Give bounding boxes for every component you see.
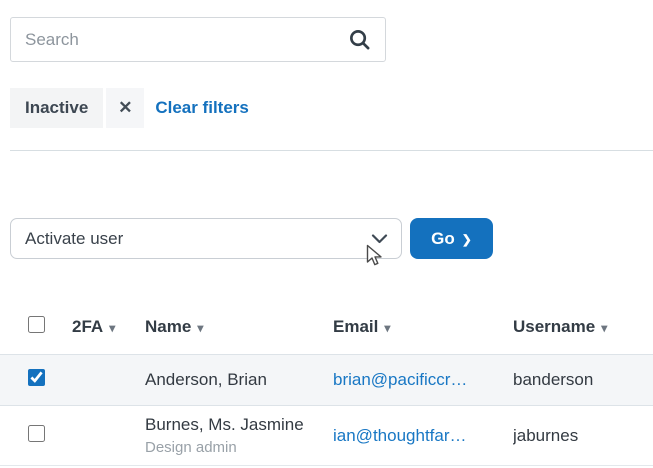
remove-filter-button[interactable]: ✕ xyxy=(106,88,145,128)
table-row: Burnes, Ms. Jasmine Design admin ian@tho… xyxy=(0,406,653,466)
go-button-label: Go xyxy=(431,228,455,248)
user-role-subtitle: Design admin xyxy=(145,439,237,456)
section-divider xyxy=(10,150,653,151)
column-header-label: 2FA xyxy=(72,317,104,336)
cell-username: jaburnes xyxy=(513,425,579,445)
select-all-cell xyxy=(0,316,72,338)
column-header-2fa[interactable]: 2FA ▾ xyxy=(72,317,145,337)
column-header-email[interactable]: Email ▾ xyxy=(333,317,513,337)
sort-arrow-icon: ▾ xyxy=(384,321,391,335)
column-header-label: Email xyxy=(333,317,379,336)
column-header-username[interactable]: Username ▾ xyxy=(513,317,653,337)
sort-arrow-icon: ▾ xyxy=(197,321,204,335)
row-select-cell xyxy=(0,369,72,391)
row-checkbox[interactable] xyxy=(28,424,45,442)
table-header-row: 2FA ▾ Name ▾ Email ▾ Username ▾ xyxy=(0,300,653,355)
search-box xyxy=(10,17,386,62)
search-input[interactable] xyxy=(11,18,348,61)
cell-username: banderson xyxy=(513,370,594,389)
column-header-label: Username xyxy=(513,317,596,336)
go-button[interactable]: Go ❯ xyxy=(410,218,493,259)
sort-arrow-icon: ▾ xyxy=(601,321,608,335)
user-name: Burnes, Ms. Jasmine xyxy=(145,415,304,434)
cell-email: brian@pacificcr… xyxy=(333,370,513,390)
cell-name: Burnes, Ms. Jasmine Design admin xyxy=(145,415,333,456)
action-select-wrap: Activate user xyxy=(10,218,402,259)
cell-email: ian@thoughtfar… xyxy=(333,426,513,446)
action-select[interactable]: Activate user xyxy=(11,219,401,258)
user-list-page: Inactive ✕ Clear filters Activate user G… xyxy=(0,0,653,468)
select-all-checkbox[interactable] xyxy=(28,316,45,333)
search-icon xyxy=(348,28,371,51)
cell-name: Anderson, Brian xyxy=(145,370,267,389)
filter-chip-inactive: Inactive xyxy=(10,88,104,128)
close-icon: ✕ xyxy=(118,98,133,117)
table-row: Anderson, Brian brian@pacificcr… banders… xyxy=(0,355,653,406)
email-link[interactable]: ian@thoughtfar… xyxy=(333,426,467,445)
email-link[interactable]: brian@pacificcr… xyxy=(333,370,467,389)
column-header-name[interactable]: Name ▾ xyxy=(145,317,333,337)
column-header-label: Name xyxy=(145,317,192,336)
row-select-cell xyxy=(0,424,72,447)
sort-arrow-icon: ▾ xyxy=(109,321,116,335)
row-checkbox[interactable] xyxy=(28,369,45,386)
clear-filters-link[interactable]: Clear filters xyxy=(155,98,249,118)
filter-bar: Inactive ✕ Clear filters xyxy=(10,88,249,128)
chevron-right-icon: ❯ xyxy=(461,232,472,246)
